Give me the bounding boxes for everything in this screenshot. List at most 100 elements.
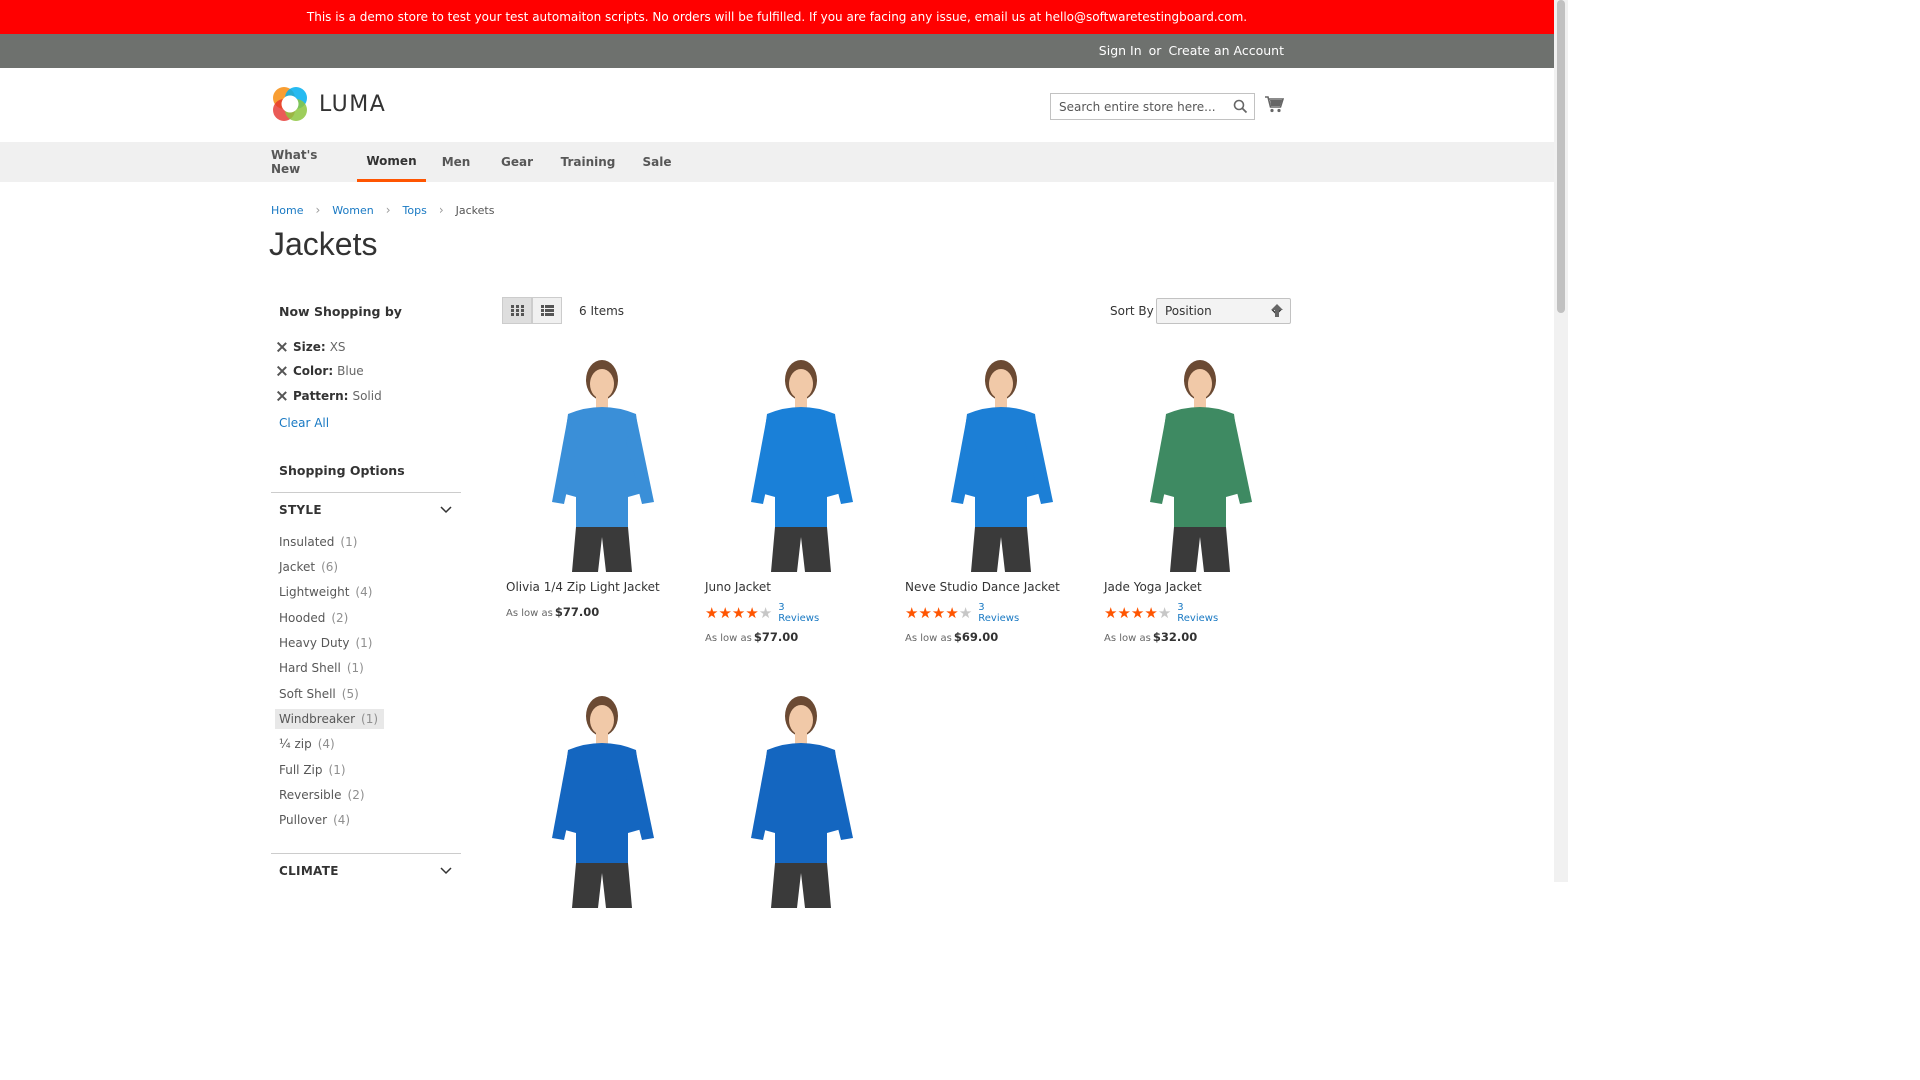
option-label: Jacket bbox=[279, 560, 316, 574]
option-label: Pullover bbox=[279, 813, 328, 827]
style-option-reversible[interactable]: Reversible (2) bbox=[279, 785, 365, 805]
logo-text: LUMA bbox=[319, 91, 387, 117]
nav-sale[interactable]: Sale bbox=[638, 142, 676, 182]
sort-label: Sort By bbox=[1110, 304, 1154, 318]
star-icon: ★ bbox=[705, 603, 719, 622]
remove-filter-icon[interactable] bbox=[277, 342, 287, 352]
price-prefix: As low as bbox=[1104, 633, 1151, 644]
style-option-jacket[interactable]: Jacket (6) bbox=[279, 557, 338, 577]
remove-filter-icon[interactable] bbox=[277, 366, 287, 376]
product-image[interactable] bbox=[510, 352, 690, 576]
style-filter-title[interactable]: STYLE bbox=[279, 503, 322, 517]
option-count: (4) bbox=[355, 585, 373, 599]
option-count: (4) bbox=[317, 737, 335, 751]
style-option-insulated[interactable]: Insulated (1) bbox=[279, 532, 357, 552]
product-price: As low as $77.00 bbox=[506, 605, 599, 619]
store-logo[interactable]: LUMA bbox=[271, 85, 386, 123]
style-option-full-zip[interactable]: Full Zip (1) bbox=[279, 760, 346, 780]
option-count: (5) bbox=[341, 687, 359, 701]
shopping-options-heading: Shopping Options bbox=[279, 463, 405, 478]
breadcrumb: Home › Women › Tops › Jackets bbox=[271, 203, 494, 217]
product-image[interactable] bbox=[909, 352, 1089, 576]
product-name[interactable]: Juno Jacket bbox=[705, 580, 771, 594]
star-icon: ★ bbox=[731, 603, 746, 622]
price-prefix: As low as bbox=[506, 608, 553, 619]
style-option-soft-shell[interactable]: Soft Shell (5) bbox=[279, 684, 359, 704]
now-shopping-heading: Now Shopping by bbox=[279, 304, 402, 319]
star-icon: ★ bbox=[958, 603, 973, 622]
style-option-pullover[interactable]: Pullover (4) bbox=[279, 810, 350, 830]
style-option-quarter-zip[interactable]: ¼ zip (4) bbox=[279, 734, 335, 754]
clear-all-link[interactable]: Clear All bbox=[279, 416, 329, 430]
product-image[interactable] bbox=[709, 352, 889, 576]
price-value: $77.00 bbox=[554, 605, 600, 619]
reviews-link[interactable]: 3 Reviews bbox=[778, 602, 819, 624]
search-placeholder: Search entire store here... bbox=[1059, 100, 1216, 114]
list-view-button[interactable] bbox=[532, 297, 562, 324]
page-title: Jackets bbox=[269, 226, 378, 262]
star-icon: ★ bbox=[1117, 603, 1131, 622]
style-option-windbreaker[interactable]: Windbreaker (1) bbox=[275, 709, 385, 729]
climate-filter-title[interactable]: CLIMATE bbox=[279, 864, 339, 878]
breadcrumb-women[interactable]: Women bbox=[332, 204, 373, 217]
option-count: (1) bbox=[340, 535, 358, 549]
sort-value: Position bbox=[1165, 304, 1212, 318]
search-icon[interactable] bbox=[1233, 99, 1248, 114]
style-option-hard-shell[interactable]: Hard Shell (1) bbox=[279, 658, 364, 678]
breadcrumb-home[interactable]: Home bbox=[271, 204, 303, 217]
cart-icon[interactable] bbox=[1265, 95, 1284, 113]
star-icon: ★ bbox=[945, 603, 959, 622]
reviews-link[interactable]: 3 Reviews bbox=[1177, 602, 1218, 624]
remove-filter-icon[interactable] bbox=[277, 391, 287, 401]
star-icon: ★ bbox=[718, 603, 732, 622]
main-nav: What's New Women Men Gear Training Sale bbox=[0, 142, 1554, 182]
breadcrumb-tops[interactable]: Tops bbox=[403, 204, 427, 217]
product-image[interactable] bbox=[510, 688, 690, 912]
price-value: $69.00 bbox=[953, 630, 999, 644]
active-filter-size: Size: XS bbox=[277, 340, 346, 354]
reviews-link[interactable]: 3 Reviews bbox=[978, 602, 1019, 624]
sort-direction-icon[interactable] bbox=[1271, 304, 1283, 317]
price-value: $77.00 bbox=[753, 630, 799, 644]
product-image[interactable] bbox=[709, 688, 889, 912]
option-count: (1) bbox=[355, 636, 373, 650]
divider bbox=[271, 492, 461, 493]
sign-in-link[interactable]: Sign In bbox=[1099, 43, 1142, 58]
active-filter-pattern: Pattern: Solid bbox=[277, 389, 382, 403]
view-mode-switcher bbox=[502, 297, 562, 324]
star-icon: ★ bbox=[1144, 603, 1158, 622]
nav-training[interactable]: Training bbox=[557, 142, 619, 182]
grid-view-button[interactable] bbox=[502, 297, 532, 324]
demo-notice-text: This is a demo store to test your test a… bbox=[306, 10, 1248, 24]
list-icon bbox=[540, 305, 554, 316]
nav-gear[interactable]: Gear bbox=[496, 142, 538, 182]
price-prefix: As low as bbox=[905, 633, 952, 644]
nav-whats-new[interactable]: What's New bbox=[271, 142, 341, 182]
option-label: Full Zip bbox=[279, 763, 323, 777]
scrollbar-thumb[interactable] bbox=[1557, 0, 1565, 313]
chevron-down-icon[interactable] bbox=[440, 866, 452, 876]
star-icon: ★ bbox=[745, 603, 759, 622]
product-name[interactable]: Olivia 1/4 Zip Light Jacket bbox=[506, 580, 660, 594]
option-label: Hooded bbox=[279, 611, 326, 625]
style-option-heavy-duty[interactable]: Heavy Duty (1) bbox=[279, 633, 372, 653]
search-input[interactable]: Search entire store here... bbox=[1050, 93, 1255, 120]
option-label: Lightweight bbox=[279, 585, 350, 599]
product-name[interactable]: Jade Yoga Jacket bbox=[1104, 580, 1202, 594]
nav-men[interactable]: Men bbox=[436, 142, 476, 182]
style-option-lightweight[interactable]: Lightweight (4) bbox=[279, 582, 372, 602]
divider bbox=[271, 853, 461, 854]
product-name[interactable]: Neve Studio Dance Jacket bbox=[905, 580, 1060, 594]
option-label: Soft Shell bbox=[279, 687, 336, 701]
page-scrollbar[interactable] bbox=[1554, 0, 1568, 882]
nav-women[interactable]: Women bbox=[357, 142, 426, 182]
chevron-down-icon[interactable] bbox=[440, 505, 452, 515]
filter-value: Solid bbox=[352, 389, 382, 403]
style-option-hooded[interactable]: Hooded (2) bbox=[279, 608, 348, 628]
create-account-link[interactable]: Create an Account bbox=[1168, 43, 1284, 58]
star-icon: ★ bbox=[918, 603, 932, 622]
luma-logo-icon bbox=[273, 87, 307, 121]
product-image[interactable] bbox=[1108, 352, 1288, 576]
active-filter-color: Color: Blue bbox=[277, 364, 364, 378]
top-links-bar: Sign In or Create an Account bbox=[0, 34, 1554, 68]
